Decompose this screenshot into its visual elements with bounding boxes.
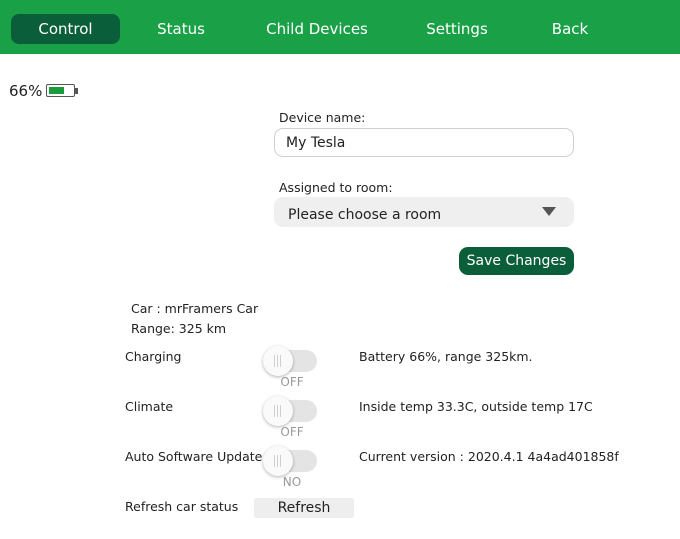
charging-info: Battery 66%, range 325km. [359, 349, 533, 364]
chevron-down-icon [542, 207, 556, 216]
car-range: Range: 325 km [131, 321, 227, 336]
auto-update-toggle[interactable] [263, 446, 317, 476]
climate-toggle[interactable] [263, 396, 317, 426]
tab-control[interactable]: Control [11, 14, 120, 44]
room-select-value: Please choose a room [288, 207, 442, 223]
battery-percent: 66% [9, 82, 43, 100]
auto-update-toggle-state: NO [282, 475, 302, 489]
refresh-button[interactable]: Refresh [254, 498, 354, 518]
top-navigation-bar: Control Status Child Devices Settings Ba… [0, 0, 680, 54]
battery-icon [46, 84, 75, 97]
climate-info: Inside temp 33.3C, outside temp 17C [359, 399, 593, 414]
car-name: Car : mrFramers Car [131, 301, 259, 316]
charging-label: Charging [125, 349, 182, 364]
refresh-label: Refresh car status [125, 499, 239, 514]
battery-level-fill [49, 87, 64, 94]
charging-toggle[interactable] [263, 346, 317, 376]
tab-status[interactable]: Status [141, 14, 221, 44]
device-name-label: Device name: [279, 110, 366, 125]
auto-update-label: Auto Software Update [125, 449, 263, 464]
save-changes-button[interactable]: Save Changes [459, 247, 574, 275]
charging-toggle-state: OFF [280, 375, 304, 389]
battery-icon-tip [75, 88, 78, 94]
tab-settings[interactable]: Settings [417, 14, 497, 44]
tab-back[interactable]: Back [535, 14, 605, 44]
toggle-knob [263, 446, 293, 476]
toggle-knob [263, 346, 293, 376]
room-select[interactable]: Please choose a room [274, 197, 574, 227]
toggle-knob [263, 396, 293, 426]
climate-toggle-state: OFF [280, 425, 304, 439]
device-name-input[interactable] [274, 128, 574, 157]
climate-label: Climate [125, 399, 174, 414]
auto-update-info: Current version : 2020.4.1 4a4ad401858f [359, 449, 619, 464]
room-label: Assigned to room: [279, 180, 393, 195]
tab-child-devices[interactable]: Child Devices [257, 14, 377, 44]
